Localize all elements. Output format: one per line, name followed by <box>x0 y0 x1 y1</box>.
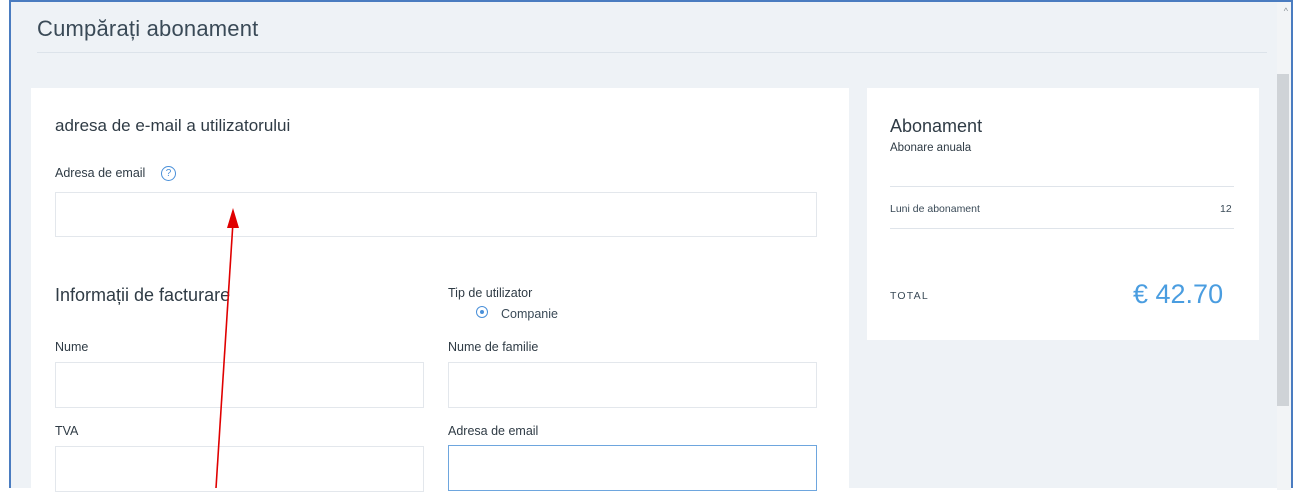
last-name-input[interactable] <box>448 362 817 408</box>
vat-input[interactable] <box>55 446 424 492</box>
billing-email-input[interactable] <box>448 445 817 491</box>
email-field-label: Adresa de email <box>55 166 146 180</box>
last-name-label: Nume de familie <box>448 340 539 354</box>
scroll-up-icon[interactable]: ^ <box>1284 6 1288 16</box>
checkout-form-card: adresa de e-mail a utilizatorului Adresa… <box>31 88 849 492</box>
scrollbar[interactable]: ^ <box>1277 2 1291 490</box>
months-value: 12 <box>1220 203 1232 215</box>
subscription-heading: Abonament <box>890 116 983 136</box>
vat-label: TVA <box>55 424 79 438</box>
total-label: TOTAL <box>890 290 929 302</box>
user-email-input[interactable] <box>55 192 817 237</box>
help-icon[interactable]: ? <box>161 166 176 181</box>
page-title: Cumpărați abonament <box>37 16 259 41</box>
company-radio-label[interactable]: Companie <box>501 307 558 321</box>
subscription-plan: Abonare anuala <box>890 142 972 154</box>
user-type-label: Tip de utilizator <box>448 286 533 300</box>
app-window: Cumpărați abonament adresa de e-mail a u… <box>9 0 1293 492</box>
summary-divider-bottom <box>890 228 1234 229</box>
summary-divider-top <box>890 186 1234 187</box>
help-icon-glyph: ? <box>165 168 172 179</box>
title-divider <box>37 52 1267 53</box>
company-radio[interactable] <box>476 306 488 318</box>
scrollbar-thumb[interactable] <box>1277 74 1289 406</box>
months-label: Luni de abonament <box>890 203 980 215</box>
total-price: € 42.70 <box>1133 279 1224 309</box>
email-section-heading: adresa de e-mail a utilizatorului <box>55 116 291 135</box>
first-name-input[interactable] <box>55 362 424 408</box>
subscription-summary-card: Abonament Abonare anuala Luni de aboname… <box>867 88 1259 340</box>
billing-heading: Informații de facturare <box>55 285 231 305</box>
first-name-label: Nume <box>55 340 89 354</box>
billing-email-label: Adresa de email <box>448 424 539 438</box>
